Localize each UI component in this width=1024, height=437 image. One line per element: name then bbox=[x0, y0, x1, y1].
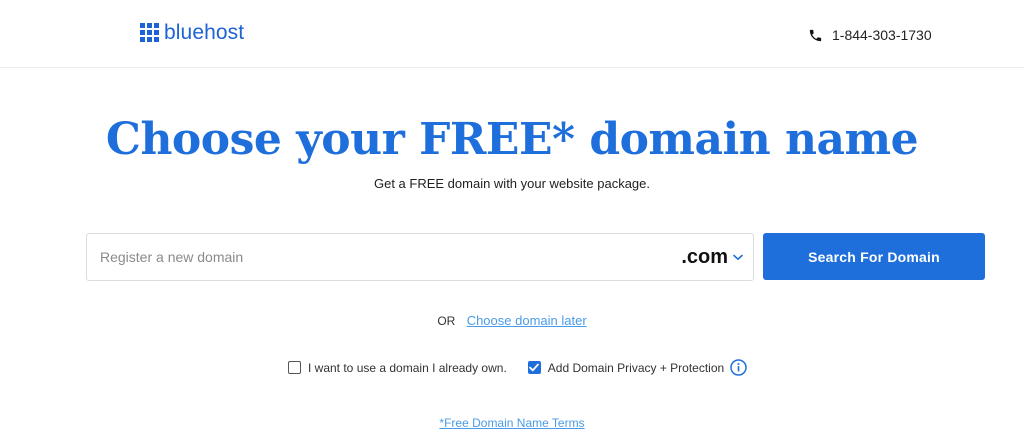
page-subtitle: Get a FREE domain with your website pack… bbox=[373, 176, 651, 191]
free-domain-terms-link[interactable]: *Free Domain Name Terms bbox=[439, 416, 584, 430]
domain-options-row: I want to use a domain I already own. Ad… bbox=[288, 359, 747, 376]
privacy-label[interactable]: Add Domain Privacy + Protection bbox=[548, 361, 724, 375]
terms-row: *Free Domain Name Terms bbox=[0, 416, 1024, 430]
phone-icon bbox=[809, 29, 822, 41]
chevron-down-icon bbox=[733, 254, 743, 260]
choose-domain-later-link[interactable]: Choose domain later bbox=[467, 313, 587, 328]
logo-text: bluehost bbox=[164, 21, 245, 44]
bluehost-logo[interactable]: bluehost bbox=[140, 22, 244, 43]
page-title: Choose your FREE* domain name bbox=[105, 114, 919, 165]
checkmark-icon bbox=[529, 363, 540, 372]
own-domain-option: I want to use a domain I already own. bbox=[288, 361, 507, 375]
alternate-option-row: OR Choose domain later bbox=[0, 313, 1024, 328]
tld-dropdown[interactable]: .com bbox=[681, 234, 743, 280]
privacy-checkbox[interactable] bbox=[527, 361, 541, 374]
privacy-option: Add Domain Privacy + Protection bbox=[527, 359, 747, 376]
domain-search-input[interactable] bbox=[88, 235, 648, 279]
or-text: OR bbox=[437, 314, 456, 328]
info-icon[interactable] bbox=[730, 359, 747, 376]
own-domain-label[interactable]: I want to use a domain I already own. bbox=[308, 361, 507, 375]
tld-selected-value: .com bbox=[681, 245, 728, 268]
domain-search-box: .com bbox=[86, 233, 754, 281]
grid-logo-icon bbox=[140, 23, 159, 42]
search-domain-button[interactable]: Search For Domain bbox=[763, 233, 985, 280]
own-domain-checkbox[interactable] bbox=[288, 361, 301, 374]
phone-link[interactable]: 1-844-303-1730 bbox=[808, 27, 932, 43]
phone-number: 1-844-303-1730 bbox=[832, 27, 932, 43]
site-header: bluehost 1-844-303-1730 bbox=[0, 0, 1024, 68]
